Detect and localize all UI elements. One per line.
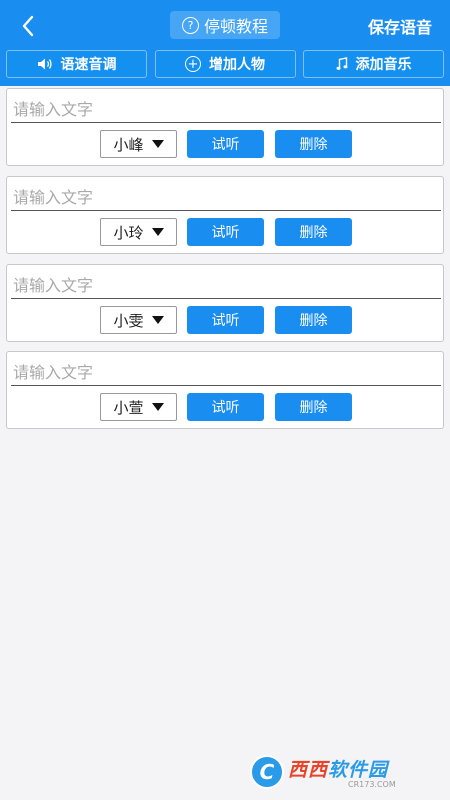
back-button[interactable] [14, 12, 42, 40]
triangle-down-icon [151, 403, 164, 411]
voice-entry-card: 小玲 试听 删除 [6, 176, 444, 254]
voice-select-value: 小萱 [113, 398, 144, 417]
voice-select-value: 小峰 [113, 135, 144, 154]
delete-button[interactable]: 删除 [275, 218, 352, 246]
toolbar: 语速音调 + 增加人物 添加音乐 [6, 50, 444, 78]
listen-button[interactable]: 试听 [187, 130, 264, 158]
voice-entry-card: 小峰 试听 删除 [6, 88, 444, 166]
voice-entry-card: 小萱 试听 删除 [6, 351, 444, 429]
plus-circle-icon: + [185, 56, 201, 72]
pause-tutorial-label: 停顿教程 [203, 17, 268, 36]
speaker-icon [37, 57, 53, 71]
voice-select[interactable]: 小玲 [100, 218, 177, 246]
listen-button[interactable]: 试听 [187, 218, 264, 246]
top-bar: ? 停顿教程 保存语音 语速音调 + 增加人物 添加音乐 [0, 0, 450, 86]
add-character-label: 增加人物 [209, 57, 265, 73]
add-character-button[interactable]: + 增加人物 [154, 50, 296, 78]
delete-button[interactable]: 删除 [275, 306, 352, 334]
voice-entry-card: 小雯 试听 删除 [6, 264, 444, 342]
watermark-sub: CR173.COM [348, 780, 396, 789]
add-music-button[interactable]: 添加音乐 [303, 50, 444, 78]
save-voice-button[interactable]: 保存语音 [368, 14, 432, 38]
listen-button[interactable]: 试听 [187, 393, 264, 421]
question-circle-icon: ? [181, 16, 199, 34]
triangle-down-icon [151, 228, 164, 236]
text-input[interactable] [11, 360, 441, 386]
voice-select[interactable]: 小萱 [100, 393, 177, 421]
pause-tutorial-button[interactable]: ? 停顿教程 [170, 11, 280, 39]
text-input[interactable] [11, 273, 441, 299]
watermark-text: 西西软件园 CR173.COM [288, 755, 396, 789]
music-note-icon [336, 57, 348, 71]
triangle-down-icon [151, 140, 164, 148]
delete-button[interactable]: 删除 [275, 130, 352, 158]
watermark-logo: C [250, 755, 284, 789]
text-input[interactable] [11, 97, 441, 123]
voice-select[interactable]: 小雯 [100, 306, 177, 334]
text-input[interactable] [11, 185, 441, 211]
add-music-label: 添加音乐 [355, 57, 412, 73]
delete-button[interactable]: 删除 [275, 393, 352, 421]
speed-pitch-label: 语速音调 [60, 57, 117, 73]
watermark-text-b: 软件园 [328, 759, 389, 781]
listen-button[interactable]: 试听 [187, 306, 264, 334]
triangle-down-icon [151, 316, 164, 324]
watermark-text-a: 西西 [288, 759, 329, 781]
chevron-left-icon [22, 15, 34, 37]
voice-select-value: 小雯 [113, 311, 144, 330]
speed-pitch-button[interactable]: 语速音调 [6, 50, 147, 78]
voice-select[interactable]: 小峰 [100, 130, 177, 158]
watermark: C 西西软件园 CR173.COM [250, 752, 430, 792]
voice-select-value: 小玲 [113, 223, 144, 242]
